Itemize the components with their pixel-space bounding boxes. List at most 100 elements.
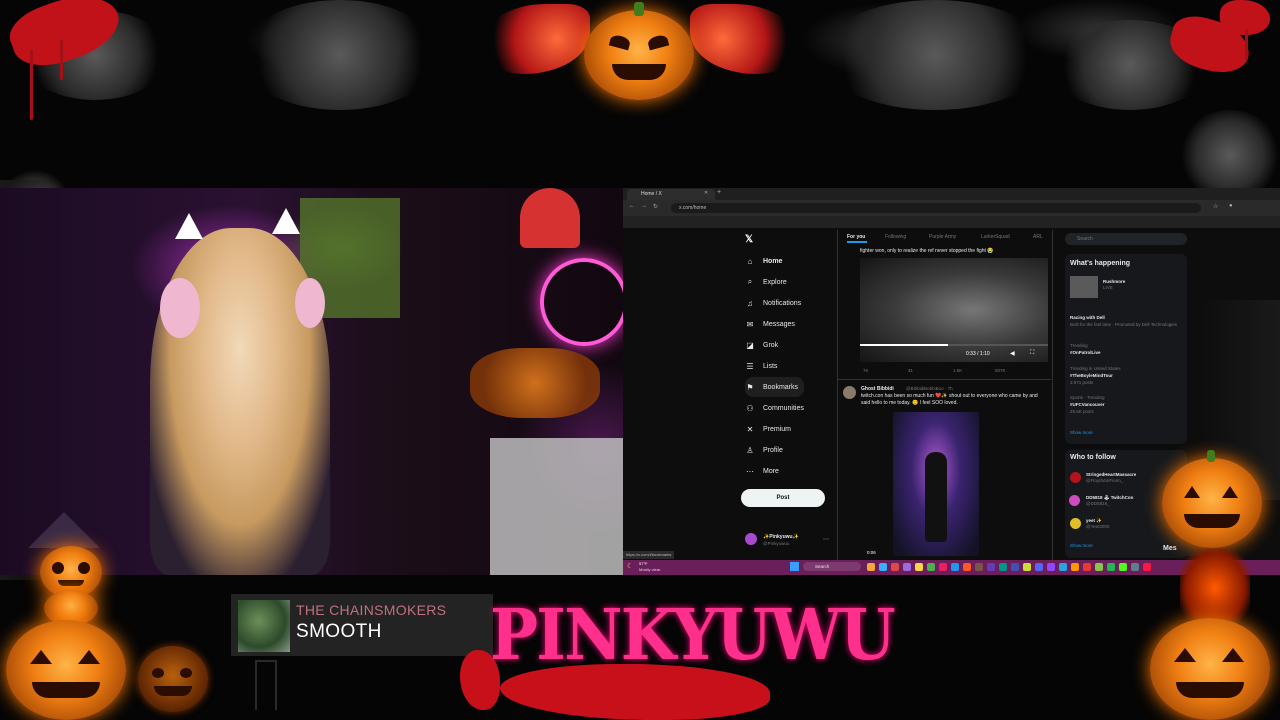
nav-more[interactable]: ⋯ More	[745, 461, 779, 481]
app-icon[interactable]	[987, 563, 995, 571]
forward-icon[interactable]: →	[641, 203, 647, 209]
back-icon[interactable]: ←	[629, 203, 635, 209]
discord-icon[interactable]	[1035, 563, 1043, 571]
app-icon[interactable]	[879, 563, 887, 571]
app-icon[interactable]	[1011, 563, 1019, 571]
trend-sub: Built for the fast lane · Promoted by De…	[1070, 322, 1177, 327]
app-icon[interactable]	[975, 563, 983, 571]
account-name: ✨Pinkyuwu✨	[763, 534, 799, 540]
nav-home[interactable]: ⌂ Home	[745, 251, 783, 271]
tab-for-you[interactable]: For you	[847, 234, 865, 240]
nav-messages[interactable]: ✉ Messages	[745, 314, 795, 334]
folder-icon[interactable]	[915, 563, 923, 571]
show-more-link[interactable]: Show more	[1070, 430, 1093, 436]
album-art	[238, 600, 290, 652]
nav-label: Home	[763, 257, 783, 265]
app-icon[interactable]	[1023, 563, 1031, 571]
taskbar-search[interactable]: Search	[803, 562, 861, 571]
show-more-link[interactable]: Show more	[1070, 543, 1093, 549]
trend-name[interactable]: #UFCVancouver	[1070, 402, 1105, 408]
follow-avatar[interactable]	[1070, 518, 1081, 529]
nav-communities[interactable]: ⚇ Communities	[745, 398, 803, 418]
repost-count[interactable]: 41	[908, 368, 913, 373]
tweet-video[interactable]	[893, 412, 979, 556]
reload-icon[interactable]: ↻	[653, 203, 658, 210]
mail-icon: ✉	[746, 319, 754, 329]
panel-title: Who to follow	[1070, 454, 1116, 461]
nav-label: Explore	[763, 278, 787, 286]
follow-avatar[interactable]	[1070, 472, 1081, 483]
blood-drip	[60, 40, 63, 80]
new-tab-icon[interactable]: +	[717, 189, 721, 196]
twitch-icon[interactable]	[1047, 563, 1055, 571]
headphone-left	[160, 278, 200, 338]
app-icon[interactable]	[1095, 563, 1103, 571]
tweet-handle[interactable]: @BibbidiBobbiBoo · 7h	[906, 386, 953, 391]
nav-label: Bookmarks	[763, 383, 799, 391]
nav-label: Premium	[763, 425, 792, 433]
app-icon[interactable]	[867, 563, 875, 571]
browser-app-icon[interactable]	[951, 563, 959, 571]
nav-premium[interactable]: ✕ Premium	[745, 419, 791, 439]
obs-icon[interactable]	[1143, 563, 1151, 571]
pumpkin-carved-small	[138, 646, 208, 712]
tab-following[interactable]: Following	[885, 234, 906, 240]
app-icon[interactable]	[963, 563, 971, 571]
trend-name[interactable]: #TheBoyleMindTour	[1070, 373, 1113, 379]
browser-tab[interactable]: Home / X	[627, 189, 715, 200]
app-icon[interactable]	[927, 563, 935, 571]
follow-handle: @Yeet2000	[1086, 524, 1110, 529]
like-count[interactable]: 1.6K	[953, 368, 962, 373]
nav-profile[interactable]: ♙ Profile	[745, 440, 782, 460]
app-icon[interactable]	[1071, 563, 1079, 571]
tweet-divider	[837, 379, 1051, 380]
nav-label: Lists	[763, 362, 778, 370]
tombstone-cross	[255, 660, 277, 710]
account-avatar[interactable]	[745, 533, 757, 545]
video-progress-track[interactable]	[860, 344, 1048, 346]
fullscreen-icon[interactable]: ⛶	[1030, 350, 1034, 357]
follow-avatar[interactable]	[1069, 495, 1080, 506]
search-input[interactable]: Search	[1065, 233, 1187, 245]
app-icon[interactable]	[891, 563, 899, 571]
tab-arl[interactable]: ARL	[1033, 234, 1043, 240]
app-icon[interactable]	[1131, 563, 1139, 571]
url-field[interactable]: x.com/home	[671, 203, 1201, 213]
view-count[interactable]: 507K	[995, 368, 1006, 373]
account-more-icon[interactable]: ⋯	[823, 536, 829, 543]
nav-explore[interactable]: ⌕ Explore	[745, 272, 787, 292]
nav-lists[interactable]: ☰ Lists	[745, 356, 777, 376]
start-icon[interactable]	[790, 562, 799, 571]
x-logo-icon[interactable]: 𝕏	[745, 234, 753, 245]
weather-icon[interactable]: ☾	[627, 562, 633, 570]
trend-name[interactable]: Racing with Dell	[1070, 315, 1105, 321]
volume-icon[interactable]: ◀	[1010, 350, 1015, 357]
list-icon: ☰	[746, 361, 754, 371]
nav-bookmarks[interactable]: ⚑ Bookmarks	[745, 377, 805, 397]
tweet-author[interactable]: Ghost Bibbidi	[861, 386, 894, 392]
nav-notifications[interactable]: ♫ Notifications	[745, 293, 801, 313]
desk-surface	[490, 438, 623, 575]
profile-icon[interactable]: ●	[1229, 203, 1233, 209]
nav-grok[interactable]: ◪ Grok	[745, 335, 778, 355]
reply-count[interactable]: 76	[863, 368, 868, 373]
app-icon[interactable]	[903, 563, 911, 571]
x-icon: ✕	[746, 424, 754, 434]
tab-lurkersquad[interactable]: LurkerSquad	[981, 234, 1010, 240]
author-avatar[interactable]	[843, 386, 856, 399]
app-icon[interactable]	[1083, 563, 1091, 571]
tweet-video[interactable]: 0:33 / 1:10 ◀ ⛶	[860, 258, 1048, 362]
post-button[interactable]: Post	[741, 489, 825, 507]
kick-icon[interactable]	[1119, 563, 1127, 571]
app-icon[interactable]	[1059, 563, 1067, 571]
streamer-brand-logo: PINKYUWU	[490, 594, 896, 677]
spotify-icon[interactable]	[1107, 563, 1115, 571]
app-icon[interactable]	[939, 563, 947, 571]
star-icon[interactable]: ☆	[1213, 203, 1218, 210]
follow-handle: @FloydVonFionn_	[1086, 478, 1124, 483]
mushroom-plush	[520, 188, 580, 248]
tab-purple-army[interactable]: Purple Army	[929, 234, 956, 240]
app-icon[interactable]	[999, 563, 1007, 571]
tab-close-icon[interactable]: ✕	[704, 190, 708, 196]
trend-name[interactable]: #OnPatrolLive	[1070, 350, 1101, 356]
